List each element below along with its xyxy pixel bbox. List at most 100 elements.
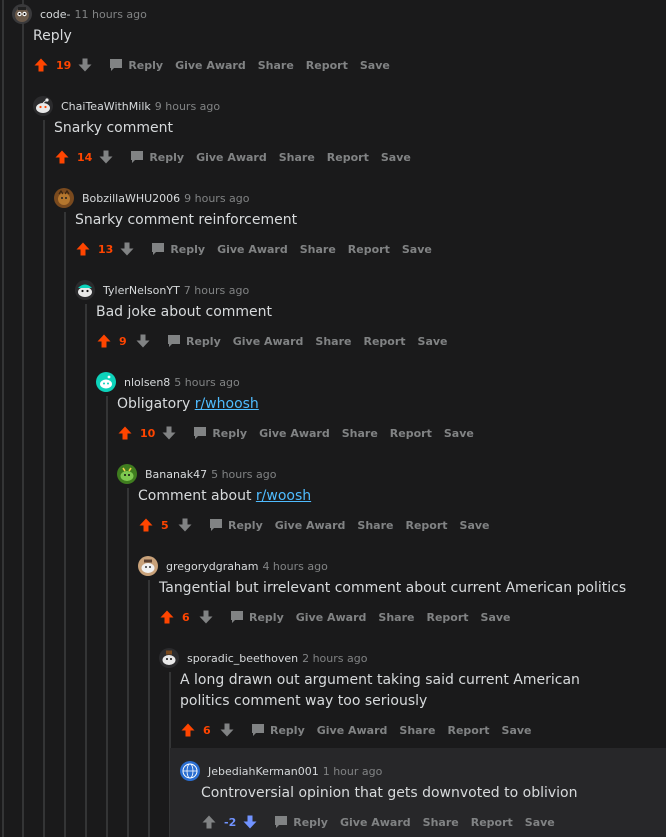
avatar[interactable] (159, 648, 179, 668)
give-award-button[interactable]: Give Award (259, 427, 330, 440)
upvote-icon[interactable] (117, 425, 133, 441)
upvote-icon[interactable] (180, 722, 196, 738)
share-button[interactable]: Share (357, 519, 393, 532)
timestamp[interactable]: 1 hour ago (323, 765, 383, 778)
report-button[interactable]: Report (363, 335, 405, 348)
share-button[interactable]: Share (378, 611, 414, 624)
reply-button[interactable]: Reply (274, 815, 328, 829)
upvote-icon[interactable] (75, 241, 91, 257)
upvote-icon[interactable] (54, 149, 70, 165)
timestamp[interactable]: 9 hours ago (184, 192, 249, 205)
reply-button[interactable]: Reply (193, 426, 247, 440)
save-button[interactable]: Save (418, 335, 448, 348)
upvote-icon[interactable] (159, 609, 175, 625)
timestamp[interactable]: 5 hours ago (174, 376, 239, 389)
thread-line[interactable] (22, 0, 24, 837)
report-button[interactable]: Report (426, 611, 468, 624)
downvote-icon[interactable] (98, 149, 114, 165)
avatar[interactable] (12, 4, 32, 24)
give-award-button[interactable]: Give Award (296, 611, 367, 624)
timestamp[interactable]: 4 hours ago (262, 560, 327, 573)
author-name[interactable]: nlolsen8 (124, 376, 170, 389)
upvote-icon[interactable] (138, 517, 154, 533)
save-button[interactable]: Save (402, 243, 432, 256)
downvote-icon[interactable] (135, 333, 151, 349)
downvote-icon[interactable] (177, 517, 193, 533)
author-name[interactable]: code- (40, 8, 71, 21)
subreddit-link[interactable]: r/whoosh (195, 396, 259, 412)
author-name[interactable]: sporadic_beethoven (187, 652, 298, 665)
reply-button[interactable]: Reply (151, 242, 205, 256)
save-button[interactable]: Save (525, 816, 555, 829)
save-button[interactable]: Save (444, 427, 474, 440)
downvote-icon[interactable] (219, 722, 235, 738)
share-button[interactable]: Share (342, 427, 378, 440)
avatar[interactable] (180, 761, 200, 781)
share-button[interactable]: Share (315, 335, 351, 348)
report-button[interactable]: Report (447, 724, 489, 737)
author-name[interactable]: BobzillaWHU2006 (82, 192, 180, 205)
author-name[interactable]: TylerNelsonYT (103, 284, 180, 297)
avatar[interactable] (117, 464, 137, 484)
author-name[interactable]: Bananak47 (145, 468, 207, 481)
upvote-icon[interactable] (33, 57, 49, 73)
timestamp[interactable]: 9 hours ago (155, 100, 220, 113)
report-button[interactable]: Report (471, 816, 513, 829)
timestamp[interactable]: 7 hours ago (184, 284, 249, 297)
author-name[interactable]: ChaiTeaWithMilk (61, 100, 151, 113)
comment-actions: 9 Reply Give Award Share Report Save (96, 331, 448, 351)
give-award-button[interactable]: Give Award (196, 151, 267, 164)
reply-button[interactable]: Reply (251, 723, 305, 737)
give-award-button[interactable]: Give Award (175, 59, 246, 72)
downvote-icon[interactable] (242, 814, 258, 830)
save-button[interactable]: Save (460, 519, 490, 532)
thread-line[interactable] (64, 212, 66, 837)
thread-line[interactable] (85, 304, 87, 837)
timestamp[interactable]: 5 hours ago (211, 468, 276, 481)
reply-button[interactable]: Reply (130, 150, 184, 164)
share-button[interactable]: Share (258, 59, 294, 72)
report-button[interactable]: Report (405, 519, 447, 532)
comment-body: Tangential but irrelevant comment about … (159, 580, 627, 596)
report-button[interactable]: Report (327, 151, 369, 164)
reply-button[interactable]: Reply (109, 58, 163, 72)
reply-button[interactable]: Reply (167, 334, 221, 348)
share-button[interactable]: Share (279, 151, 315, 164)
subreddit-link[interactable]: r/woosh (256, 488, 311, 504)
share-button[interactable]: Share (399, 724, 435, 737)
reply-button[interactable]: Reply (209, 518, 263, 532)
thread-line[interactable] (43, 120, 45, 837)
downvote-icon[interactable] (119, 241, 135, 257)
reply-button[interactable]: Reply (230, 610, 284, 624)
save-button[interactable]: Save (481, 611, 511, 624)
upvote-icon[interactable] (201, 814, 217, 830)
save-button[interactable]: Save (502, 724, 532, 737)
author-name[interactable]: gregorydgraham (166, 560, 258, 573)
share-button[interactable]: Share (300, 243, 336, 256)
avatar[interactable] (54, 188, 74, 208)
give-award-button[interactable]: Give Award (217, 243, 288, 256)
avatar[interactable] (75, 280, 95, 300)
upvote-icon[interactable] (96, 333, 112, 349)
downvote-icon[interactable] (198, 609, 214, 625)
avatar[interactable] (96, 372, 116, 392)
save-button[interactable]: Save (360, 59, 390, 72)
avatar[interactable] (138, 556, 158, 576)
give-award-button[interactable]: Give Award (275, 519, 346, 532)
share-button[interactable]: Share (423, 816, 459, 829)
timestamp[interactable]: 2 hours ago (302, 652, 367, 665)
report-button[interactable]: Report (348, 243, 390, 256)
give-award-button[interactable]: Give Award (317, 724, 388, 737)
give-award-button[interactable]: Give Award (340, 816, 411, 829)
downvote-icon[interactable] (77, 57, 93, 73)
avatar[interactable] (33, 96, 53, 116)
thread-line[interactable] (2, 0, 4, 837)
give-award-button[interactable]: Give Award (233, 335, 304, 348)
timestamp[interactable]: 11 hours ago (75, 8, 147, 21)
downvote-icon[interactable] (161, 425, 177, 441)
report-button[interactable]: Report (306, 59, 348, 72)
report-button[interactable]: Report (390, 427, 432, 440)
author-name[interactable]: JebediahKerman001 (208, 765, 319, 778)
save-button[interactable]: Save (381, 151, 411, 164)
thread-line[interactable] (106, 396, 108, 837)
